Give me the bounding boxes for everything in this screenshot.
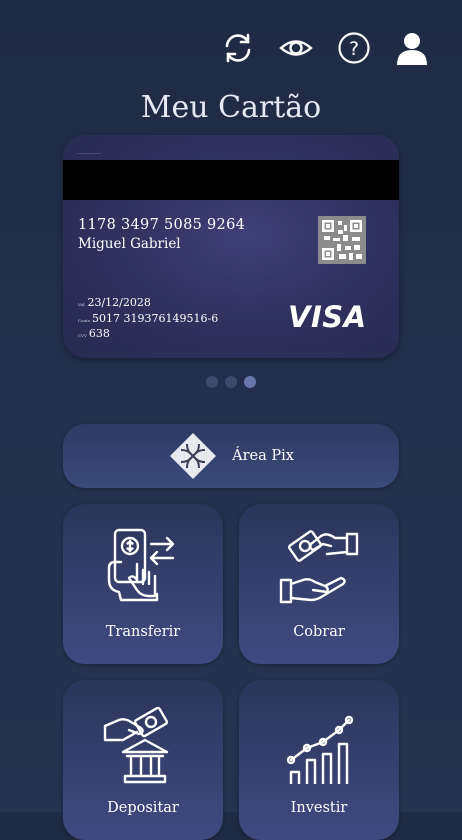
card-cvv: 638 [88,327,110,340]
cvv-label: CVV [78,333,87,338]
card-cvv-row: CVV 638 [78,327,110,340]
card-validity-row: Val. 23/12/2028 [78,296,151,309]
card-top-text: ____________ [77,149,101,154]
invest-icon [277,700,361,796]
visa-logo: VISA [288,300,367,334]
account-label: Conta [78,318,91,323]
credit-card[interactable]: ____________ 1178 3497 5085 9264 Miguel … [63,135,399,358]
magnetic-strip [63,160,399,200]
top-toolbar: ? [218,28,432,68]
refresh-icon[interactable] [218,28,258,68]
card-holder: Miguel Gabriel [78,236,181,252]
transfer-button[interactable]: Transferir [63,504,223,664]
page-title: Meu Cartão [140,90,322,125]
help-symbol: ? [349,38,359,60]
card-validity: 23/12/2028 [87,296,151,309]
pix-area-label: Área Pix [232,448,294,464]
user-icon[interactable] [392,28,432,68]
transfer-icon [101,524,185,608]
deposit-button[interactable]: Depositar [63,680,223,840]
carousel-indicator [0,376,462,388]
qr-code-icon [318,216,366,264]
card-account-row: Conta 5017 319376149516-6 [78,312,218,325]
charge-button[interactable]: Cobrar [239,504,399,664]
invest-button[interactable]: Investir [239,680,399,840]
invest-label: Investir [290,800,348,816]
carousel-dot-1[interactable] [206,376,218,388]
validity-label: Val. [78,302,86,307]
charge-icon [277,524,361,608]
deposit-label: Depositar [107,800,179,816]
deposit-icon [101,700,185,784]
pix-area-button[interactable]: Área Pix [63,424,399,488]
card-account: 5017 319376149516-6 [92,312,219,325]
carousel-dot-2[interactable] [225,376,237,388]
help-icon[interactable]: ? [334,28,374,68]
transfer-label: Transferir [105,624,181,640]
card-number: 1178 3497 5085 9264 [78,217,246,233]
carousel-dot-3[interactable] [244,376,256,388]
pix-icon [168,431,218,481]
charge-label: Cobrar [293,624,345,640]
eye-icon[interactable] [276,28,316,68]
